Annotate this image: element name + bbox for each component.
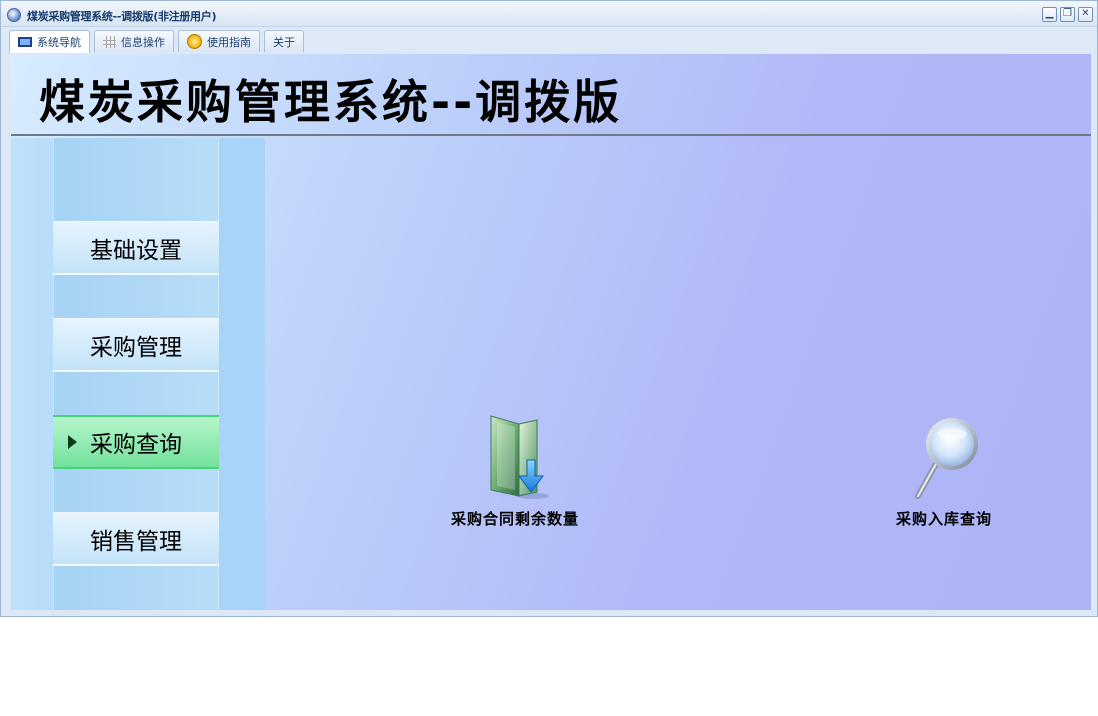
- tab-info-ops[interactable]: 信息操作: [94, 30, 174, 52]
- sidebar-item-label: 销售管理: [90, 528, 182, 555]
- sidebar-item-label: 采购查询: [90, 432, 182, 458]
- monitor-icon: [18, 37, 32, 47]
- close-button[interactable]: ✕: [1078, 7, 1093, 22]
- sidebar-item-basic-settings[interactable]: 基础设置: [53, 221, 219, 275]
- magnifier-icon: [915, 418, 978, 499]
- app-logo-icon: [7, 8, 21, 22]
- tab-user-guide[interactable]: 使用指南: [178, 30, 260, 52]
- restore-button[interactable]: ❐: [1060, 7, 1075, 22]
- play-arrow-icon: [68, 435, 77, 449]
- help-icon: [187, 34, 202, 49]
- main-window: 煤炭采购管理系统--调拨版(非注册用户) ▁ ❐ ✕ 系统导航 信息操作 使用指…: [0, 0, 1098, 617]
- function-inbound-query[interactable]: 采购入库查询: [896, 412, 992, 529]
- function-contract-remaining[interactable]: 采购合同剩余数量: [451, 412, 579, 529]
- sidebar-item-sales-management[interactable]: 销售管理: [53, 512, 219, 566]
- sidebar-item-label: 基础设置: [90, 237, 182, 264]
- function-label: 采购入库查询: [896, 510, 993, 528]
- desktop-background: [0, 617, 1098, 716]
- sidebar-item-label: 采购管理: [90, 334, 182, 361]
- navigation-panel: 煤炭采购管理系统--调拨版 基础设置 采购管理 采购查询 销售管理 采购合同剩余…: [11, 54, 1091, 610]
- tab-bar: 系统导航 信息操作 使用指南 关于: [1, 27, 1097, 53]
- app-header: 煤炭采购管理系统--调拨版: [11, 54, 1091, 136]
- tab-system-nav[interactable]: 系统导航: [9, 30, 90, 53]
- tab-label: 关于: [273, 35, 295, 49]
- app-title: 煤炭采购管理系统--调拨版: [39, 75, 623, 129]
- tab-about[interactable]: 关于: [264, 30, 304, 52]
- grid-icon: [103, 35, 116, 48]
- window-title: 煤炭采购管理系统--调拨版(非注册用户): [27, 10, 217, 23]
- tab-label: 信息操作: [121, 35, 165, 49]
- function-label: 采购合同剩余数量: [451, 510, 580, 528]
- title-bar: 煤炭采购管理系统--调拨版(非注册用户) ▁ ❐ ✕: [1, 1, 1097, 27]
- tab-label: 使用指南: [207, 35, 251, 49]
- sidebar: 基础设置 采购管理 采购查询 销售管理: [11, 138, 265, 610]
- sidebar-item-purchase-query[interactable]: 采购查询: [53, 415, 219, 469]
- folder-download-icon: [490, 415, 549, 499]
- window-controls: ▁ ❐ ✕: [1042, 7, 1093, 22]
- sidebar-item-purchase-management[interactable]: 采购管理: [53, 318, 219, 372]
- minimize-button[interactable]: ▁: [1042, 7, 1057, 22]
- tab-label: 系统导航: [37, 36, 81, 49]
